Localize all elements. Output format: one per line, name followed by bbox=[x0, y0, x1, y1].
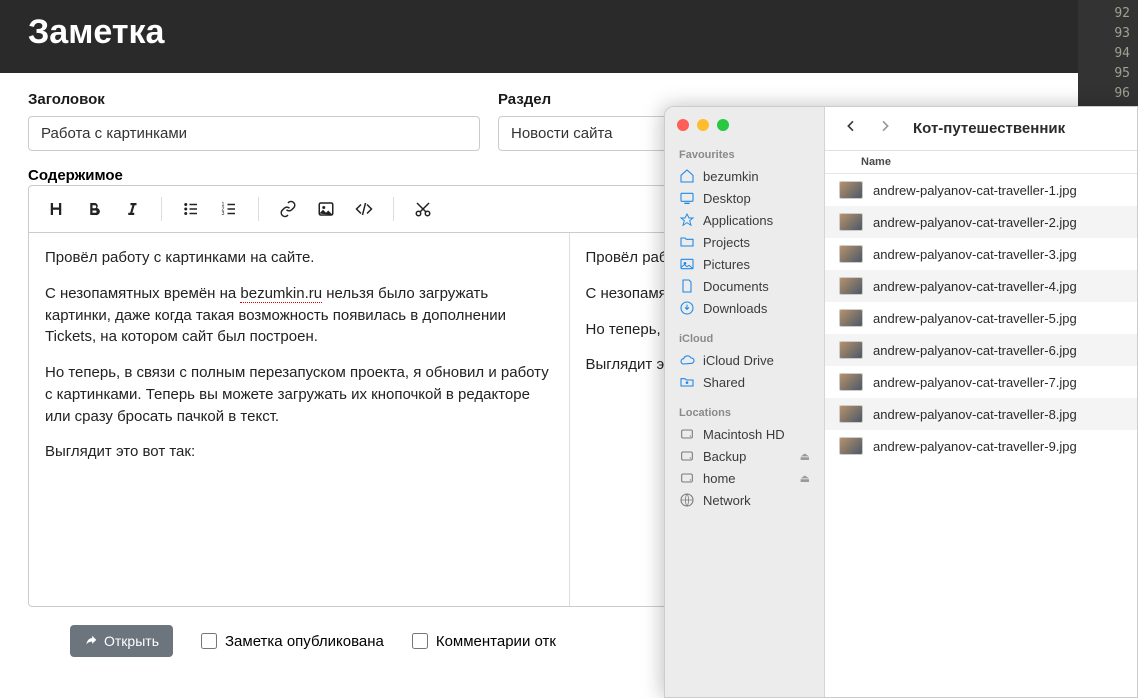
file-name: andrew-palyanov-cat-traveller-9.jpg bbox=[873, 439, 1077, 454]
folder-title: Кот-путешественник bbox=[913, 120, 1065, 137]
sidebar-item[interactable]: Desktop bbox=[665, 187, 824, 209]
sidebar-item-label: home bbox=[703, 471, 736, 486]
sidebar-item-label: Projects bbox=[703, 235, 750, 250]
close-window-button[interactable] bbox=[677, 119, 689, 131]
sidebar-item-label: Documents bbox=[703, 279, 769, 294]
line-number-gutter: 92 93 94 95 96 bbox=[1078, 0, 1138, 108]
file-row[interactable]: andrew-palyanov-cat-traveller-7.jpg bbox=[825, 366, 1137, 398]
column-header-name[interactable]: Name bbox=[825, 151, 1137, 174]
sidebar-item-label: Downloads bbox=[703, 301, 767, 316]
file-thumbnail-icon bbox=[839, 309, 863, 327]
file-row[interactable]: andrew-palyanov-cat-traveller-8.jpg bbox=[825, 398, 1137, 430]
file-thumbnail-icon bbox=[839, 277, 863, 295]
sidebar-item[interactable]: Projects bbox=[665, 231, 824, 253]
ol-button[interactable]: 123 bbox=[212, 192, 246, 226]
file-row[interactable]: andrew-palyanov-cat-traveller-2.jpg bbox=[825, 206, 1137, 238]
sidebar-item[interactable]: Pictures bbox=[665, 253, 824, 275]
title-input[interactable] bbox=[28, 116, 480, 151]
separator bbox=[258, 197, 259, 221]
bold-button[interactable] bbox=[77, 192, 111, 226]
share-icon bbox=[84, 634, 98, 648]
sidebar-item-label: Backup bbox=[703, 449, 746, 464]
file-name: andrew-palyanov-cat-traveller-2.jpg bbox=[873, 215, 1077, 230]
file-thumbnail-icon bbox=[839, 181, 863, 199]
forward-button[interactable] bbox=[873, 114, 897, 143]
page-header: Заметка bbox=[0, 0, 1138, 73]
code-button[interactable] bbox=[347, 192, 381, 226]
file-thumbnail-icon bbox=[839, 373, 863, 391]
separator bbox=[161, 197, 162, 221]
file-thumbnail-icon bbox=[839, 437, 863, 455]
file-name: andrew-palyanov-cat-traveller-7.jpg bbox=[873, 375, 1077, 390]
sidebar-item[interactable]: iCloud Drive bbox=[665, 349, 824, 371]
sidebar-item-label: bezumkin bbox=[703, 169, 759, 184]
file-name: andrew-palyanov-cat-traveller-4.jpg bbox=[873, 279, 1077, 294]
file-row[interactable]: andrew-palyanov-cat-traveller-3.jpg bbox=[825, 238, 1137, 270]
file-row[interactable]: andrew-palyanov-cat-traveller-1.jpg bbox=[825, 174, 1137, 206]
sidebar-item-label: Desktop bbox=[703, 191, 751, 206]
back-button[interactable] bbox=[839, 114, 863, 143]
sidebar-item-label: iCloud Drive bbox=[703, 353, 774, 368]
sidebar-item[interactable]: Backup ⏏ bbox=[665, 445, 824, 467]
eject-icon[interactable]: ⏏ bbox=[800, 450, 810, 463]
separator bbox=[393, 197, 394, 221]
sidebar-item[interactable]: Network bbox=[665, 489, 824, 511]
page-title: Заметка bbox=[28, 13, 164, 52]
sidebar-item-label: Network bbox=[703, 493, 751, 508]
sidebar-item-label: Pictures bbox=[703, 257, 750, 272]
file-name: andrew-palyanov-cat-traveller-1.jpg bbox=[873, 183, 1077, 198]
cut-button[interactable] bbox=[406, 192, 440, 226]
finder-toolbar: Кот-путешественник bbox=[825, 107, 1137, 151]
file-row[interactable]: andrew-palyanov-cat-traveller-9.jpg bbox=[825, 430, 1137, 462]
link-button[interactable] bbox=[271, 192, 305, 226]
sidebar-item-label: Shared bbox=[703, 375, 745, 390]
file-thumbnail-icon bbox=[839, 213, 863, 231]
file-thumbnail-icon bbox=[839, 405, 863, 423]
image-button[interactable] bbox=[309, 192, 343, 226]
comments-checkbox[interactable] bbox=[412, 633, 428, 649]
svg-text:3: 3 bbox=[222, 211, 225, 217]
sidebar-item[interactable]: Macintosh HD bbox=[665, 423, 824, 445]
sidebar-section-favourites: Favourites bbox=[665, 143, 824, 165]
file-name: andrew-palyanov-cat-traveller-3.jpg bbox=[873, 247, 1077, 262]
file-list: andrew-palyanov-cat-traveller-1.jpg andre… bbox=[825, 174, 1137, 697]
file-thumbnail-icon bbox=[839, 245, 863, 263]
ul-button[interactable] bbox=[174, 192, 208, 226]
open-button[interactable]: Открыть bbox=[70, 625, 173, 657]
file-name: andrew-palyanov-cat-traveller-8.jpg bbox=[873, 407, 1077, 422]
sidebar-item-label: Macintosh HD bbox=[703, 427, 785, 442]
finder-window: Favourites bezumkin Desktop Applications Pr… bbox=[664, 106, 1138, 698]
sidebar-item[interactable]: bezumkin bbox=[665, 165, 824, 187]
sidebar-item[interactable]: Applications bbox=[665, 209, 824, 231]
content-label: Содержимое bbox=[28, 167, 123, 184]
published-checkbox-wrap[interactable]: Заметка опубликована bbox=[201, 633, 384, 650]
title-label: Заголовок bbox=[28, 91, 480, 108]
spellcheck-underline: bezumkin.ru bbox=[240, 285, 322, 303]
file-row[interactable]: andrew-palyanov-cat-traveller-4.jpg bbox=[825, 270, 1137, 302]
heading-button[interactable] bbox=[39, 192, 73, 226]
file-row[interactable]: andrew-palyanov-cat-traveller-5.jpg bbox=[825, 302, 1137, 334]
italic-button[interactable] bbox=[115, 192, 149, 226]
file-row[interactable]: andrew-palyanov-cat-traveller-6.jpg bbox=[825, 334, 1137, 366]
comments-checkbox-wrap[interactable]: Комментарии отк bbox=[412, 633, 556, 650]
file-name: andrew-palyanov-cat-traveller-5.jpg bbox=[873, 311, 1077, 326]
sidebar-section-locations: Locations bbox=[665, 401, 824, 423]
eject-icon[interactable]: ⏏ bbox=[800, 472, 810, 485]
file-name: andrew-palyanov-cat-traveller-6.jpg bbox=[873, 343, 1077, 358]
sidebar-section-icloud: iCloud bbox=[665, 327, 824, 349]
minimize-window-button[interactable] bbox=[697, 119, 709, 131]
sidebar-item[interactable]: home ⏏ bbox=[665, 467, 824, 489]
sidebar-item[interactable]: Documents bbox=[665, 275, 824, 297]
editor-source-pane[interactable]: Провёл работу с картинками на сайте. С н… bbox=[29, 233, 570, 606]
window-controls bbox=[665, 119, 824, 143]
sidebar-item[interactable]: Downloads bbox=[665, 297, 824, 319]
file-thumbnail-icon bbox=[839, 341, 863, 359]
published-checkbox[interactable] bbox=[201, 633, 217, 649]
finder-sidebar: Favourites bezumkin Desktop Applications Pr… bbox=[665, 107, 825, 697]
zoom-window-button[interactable] bbox=[717, 119, 729, 131]
sidebar-item[interactable]: Shared bbox=[665, 371, 824, 393]
sidebar-item-label: Applications bbox=[703, 213, 773, 228]
